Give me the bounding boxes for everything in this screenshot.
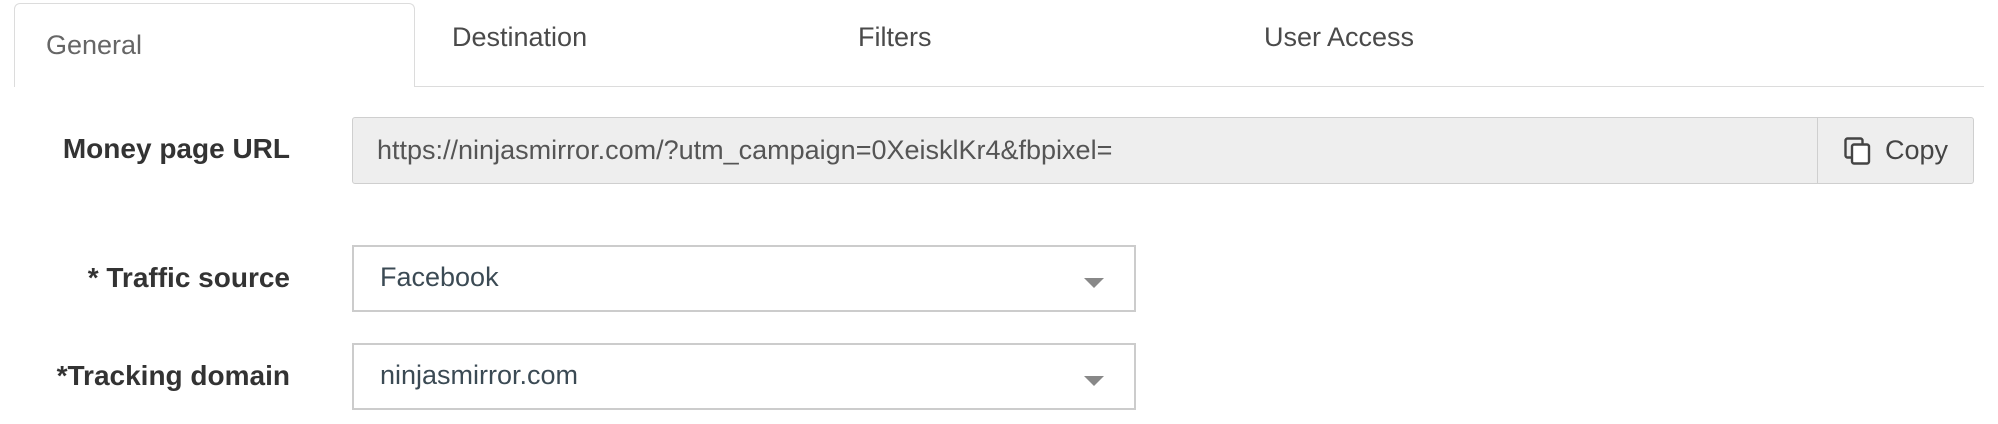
chevron-down-icon	[1084, 376, 1104, 386]
tracking-domain-select[interactable]: ninjasmirror.com	[352, 343, 1136, 410]
traffic-source-label: * Traffic source	[87, 262, 290, 293]
tab-filters[interactable]: Filters	[858, 22, 932, 53]
active-tab-underline-cover	[15, 85, 414, 88]
traffic-source-select[interactable]: Facebook	[352, 245, 1136, 312]
tab-bar: General Destination Filters User Access	[0, 0, 1998, 88]
tracking-domain-label: *Tracking domain	[56, 360, 290, 391]
tab-user-access[interactable]: User Access	[1264, 22, 1414, 53]
copy-button-label: Copy	[1884, 135, 1949, 165]
money-page-url-group: Copy	[352, 117, 1974, 184]
tracking-domain-value: ninjasmirror.com	[380, 360, 579, 390]
tab-destination[interactable]: Destination	[452, 22, 587, 53]
chevron-down-icon	[1084, 278, 1104, 288]
tab-general-label: General	[46, 30, 143, 60]
copy-icon	[1844, 136, 1871, 165]
money-page-url-label: Money page URL	[62, 133, 290, 164]
money-page-url-input[interactable]	[353, 118, 1817, 183]
traffic-source-value: Facebook	[380, 262, 499, 292]
tab-general[interactable]: General	[14, 3, 415, 86]
copy-button[interactable]: Copy	[1817, 118, 1973, 183]
